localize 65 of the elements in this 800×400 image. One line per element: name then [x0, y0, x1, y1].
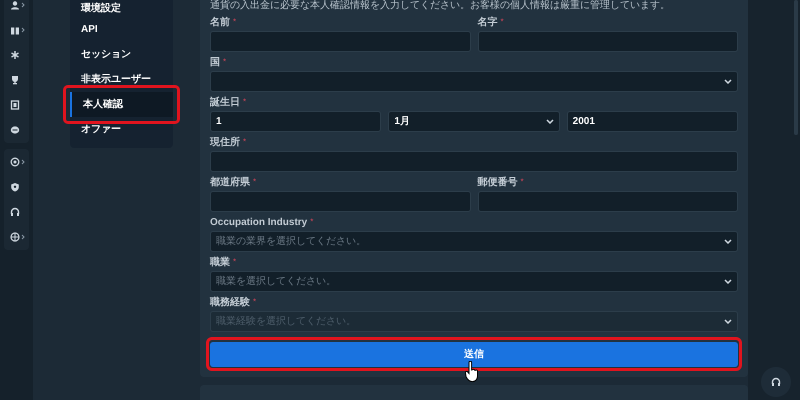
field-label: 郵便番号 — [478, 176, 518, 190]
field-label: 名前 — [210, 16, 230, 30]
nav-icon-button[interactable] — [10, 0, 25, 10]
nav-icon-button[interactable] — [10, 25, 25, 35]
headset-icon — [10, 207, 20, 217]
field-label: 国 — [210, 56, 220, 70]
field-label: 名字 — [478, 15, 498, 30]
field-label: 都道府県 — [210, 175, 250, 190]
required-mark: * — [253, 296, 256, 308]
support-button[interactable] — [761, 367, 791, 397]
field-value: 1 — [216, 115, 222, 129]
field-label: Occupation Industry — [210, 216, 308, 230]
required-mark: * — [500, 16, 504, 28]
field-label: 職業 — [210, 256, 230, 270]
required-mark: * — [233, 256, 236, 268]
chevron-down-icon — [546, 119, 554, 124]
input-field[interactable] — [478, 191, 738, 212]
input-field[interactable]: 1 — [210, 111, 382, 132]
required-mark: * — [233, 16, 236, 28]
menu-item[interactable]: オファー — [70, 117, 173, 142]
input-field[interactable] — [478, 31, 738, 52]
globe-icon — [10, 232, 20, 242]
required-mark: * — [243, 136, 246, 148]
required-mark: * — [253, 176, 256, 188]
select-field[interactable]: 1月 — [388, 111, 560, 132]
chevron-down-icon — [724, 239, 732, 244]
select-field[interactable] — [210, 71, 738, 92]
nav-icon-button[interactable] — [10, 207, 20, 217]
shield-icon — [10, 182, 20, 192]
required-mark: * — [223, 56, 226, 68]
chevron-down-icon — [724, 319, 732, 324]
menu-item[interactable]: 非表示ユーザー — [70, 67, 173, 92]
menu-item[interactable]: 環境設定 — [70, 0, 173, 17]
required-mark: * — [243, 96, 246, 108]
submit-button[interactable]: 送信 — [210, 342, 738, 367]
nav-icon-button[interactable] — [10, 232, 25, 242]
menu-item[interactable]: 本人確認 — [70, 92, 173, 117]
headset-icon — [771, 377, 781, 387]
nav-icon-button[interactable] — [10, 75, 20, 85]
hand-cursor-icon — [465, 361, 479, 383]
placeholder-text: 職業を選択してください。 — [216, 274, 336, 289]
field-label: 職務経験 — [210, 296, 250, 310]
menu-item[interactable]: セッション — [70, 42, 173, 67]
field-value: 1月 — [394, 115, 410, 129]
input-field[interactable] — [210, 191, 470, 212]
asterisk-icon — [10, 50, 20, 60]
nav-icon-button[interactable] — [10, 50, 20, 60]
field-value: 2001 — [572, 115, 595, 129]
select-field[interactable]: 職業の業界を選択してください。 — [210, 231, 738, 252]
select-field[interactable]: 職業を選択してください。 — [210, 271, 738, 292]
chevron-down-icon — [724, 79, 732, 84]
input-field[interactable] — [210, 31, 470, 52]
required-mark: * — [310, 216, 314, 228]
field-label: 誕生日 — [210, 96, 240, 110]
nav-icon-button[interactable] — [10, 157, 25, 167]
required-mark: * — [520, 176, 524, 188]
nav-icon-button[interactable] — [10, 182, 20, 192]
placeholder-text: 職業の業界を選択してください。 — [216, 234, 366, 249]
field-label: 現住所 — [210, 136, 240, 150]
person-icon — [10, 0, 20, 10]
menu-item[interactable]: API — [70, 17, 173, 42]
trophy-icon — [10, 75, 20, 85]
input-field[interactable] — [210, 151, 738, 172]
chevron-down-icon — [724, 279, 732, 284]
input-field[interactable]: 2001 — [566, 111, 738, 132]
